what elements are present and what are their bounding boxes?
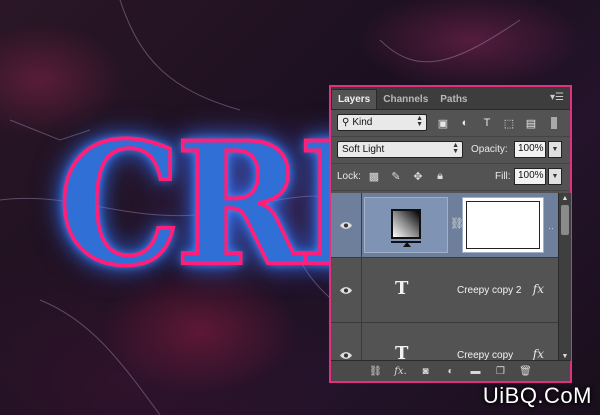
layer-creepy-copy-2[interactable]: T Creepy copy 2 fx (331, 258, 558, 323)
layer-gradient-map[interactable]: ⛓ ·· (331, 193, 558, 258)
gradient-icon (391, 209, 421, 239)
text-layer-icon: T (395, 343, 409, 361)
more-icon: ·· (548, 223, 554, 233)
opacity-label: Opacity: (471, 144, 508, 155)
tab-paths[interactable]: Paths (434, 90, 473, 109)
visibility-eye-icon[interactable] (331, 258, 362, 322)
tab-channels[interactable]: Channels (377, 90, 434, 109)
mask-border (466, 201, 540, 249)
lock-label: Lock: (337, 171, 361, 182)
adjustment-filter-icon[interactable]: ◐ (457, 115, 473, 131)
lock-image-pixels-icon[interactable]: ✎ (389, 169, 403, 183)
visibility-eye-icon[interactable] (331, 193, 362, 257)
fill-dropdown-icon[interactable]: ▼ (548, 168, 562, 185)
layer-name[interactable]: Creepy copy 2 (457, 285, 521, 296)
layer-list-scrollbar[interactable]: ▲ ▼ (558, 193, 571, 361)
new-layer-icon[interactable]: ❐ (493, 364, 509, 378)
new-group-icon[interactable]: ▬ (468, 364, 484, 378)
fill-label: Fill: (495, 171, 511, 182)
link-layers-icon[interactable]: ⛓ (368, 364, 384, 378)
search-icon: ⚲ (342, 117, 350, 128)
blend-mode-row: Soft Light ▲ ▼ Opacity: 100% ▼ (331, 137, 570, 164)
select-arrows-icon: ▲ ▼ (416, 115, 423, 128)
layer-list: ⛓ ·· T Creepy copy 2 fx T Creepy copy fx (331, 193, 558, 361)
layer-creepy-copy[interactable]: T Creepy copy fx (331, 323, 558, 361)
layer-mask-thumbnail[interactable] (462, 197, 544, 253)
lock-transparent-pixels-icon[interactable]: ▩ (367, 169, 381, 183)
text-layer-icon: T (395, 278, 409, 299)
layer-effects-icon[interactable]: fx (533, 347, 544, 361)
watermark: UiBQ.CoM (482, 383, 592, 408)
opacity-input[interactable]: 100% (514, 141, 546, 158)
filter-kind-select[interactable]: ⚲ Kind ▲ ▼ (337, 114, 427, 131)
fill-input[interactable]: 100% (514, 168, 546, 185)
delete-layer-icon[interactable]: 🗑︎ (518, 364, 534, 378)
layer-effects-icon[interactable]: fx (533, 282, 544, 296)
scrollbar-thumb[interactable] (561, 205, 569, 235)
panel-bottom-toolbar: ⛓ fx. ◙ ◐ ▬ ❐ 🗑︎ (331, 360, 570, 381)
type-filter-icon[interactable]: T (479, 115, 495, 131)
new-adjustment-layer-icon[interactable]: ◐ (443, 364, 459, 378)
lock-position-icon[interactable]: ✥ (411, 169, 425, 183)
add-mask-icon[interactable]: ◙ (418, 364, 434, 378)
layer-filter-row: ⚲ Kind ▲ ▼ ▣ ◐ T ⬚ ▤ (331, 110, 570, 137)
pixel-filter-icon[interactable]: ▣ (435, 115, 451, 131)
filter-kind-label: Kind (352, 117, 373, 128)
blend-mode-select[interactable]: Soft Light ▲ ▼ (337, 141, 463, 158)
shape-filter-icon[interactable]: ⬚ (501, 115, 517, 131)
lock-row: Lock: ▩ ✎ ✥ 🔒︎ Fill: 100% ▼ (331, 164, 570, 191)
gradient-map-thumbnail[interactable] (364, 197, 448, 253)
visibility-eye-icon[interactable] (331, 323, 362, 361)
smart-object-filter-icon[interactable]: ▤ (523, 115, 539, 131)
lock-all-icon[interactable]: 🔒︎ (433, 169, 447, 183)
scroll-up-icon[interactable]: ▲ (559, 193, 571, 203)
select-arrows-icon: ▲ ▼ (452, 142, 459, 155)
gradient-stop-icon (403, 242, 411, 247)
opacity-dropdown-icon[interactable]: ▼ (548, 141, 562, 158)
add-layer-style-icon[interactable]: fx. (393, 364, 409, 378)
tab-layers[interactable]: Layers (331, 89, 378, 109)
layers-panel: Layers Channels Paths ▾☰ ⚲ Kind ▲ ▼ ▣ ◐ T… (329, 85, 572, 383)
filter-toggle-icon[interactable] (549, 115, 559, 131)
blend-mode-value: Soft Light (342, 144, 385, 155)
panel-menu-icon[interactable]: ▾☰ (550, 92, 564, 103)
panel-tab-bar: Layers Channels Paths ▾☰ (331, 87, 570, 110)
